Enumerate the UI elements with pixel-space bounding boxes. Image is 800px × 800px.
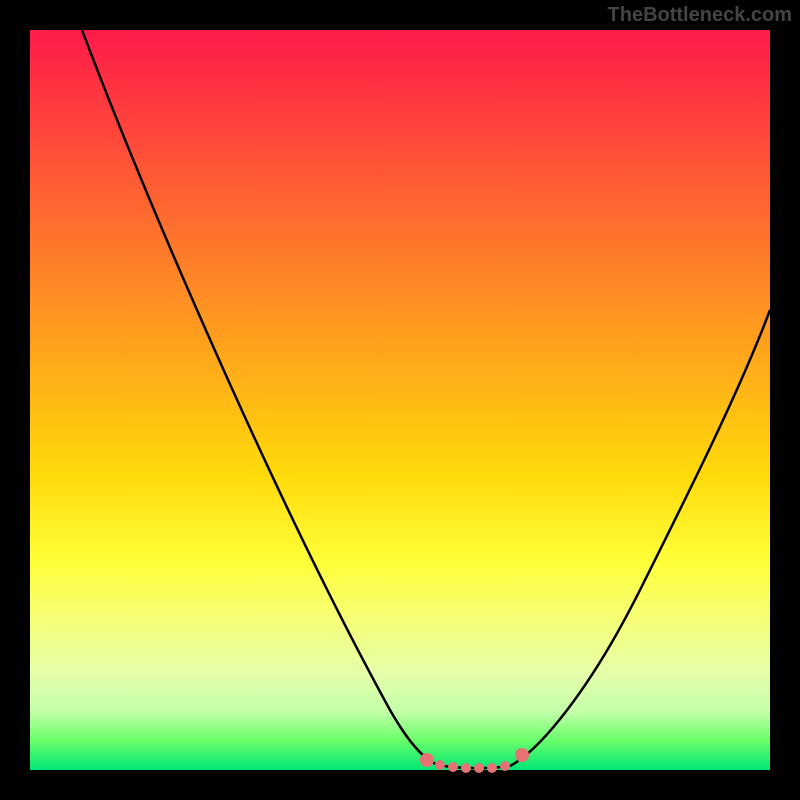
- bottleneck-dot: [500, 761, 510, 771]
- bottleneck-dot: [461, 763, 471, 773]
- bottleneck-dots-container: [30, 30, 770, 770]
- bottleneck-dot: [448, 762, 458, 772]
- bottleneck-dot: [420, 753, 434, 767]
- watermark-text: TheBottleneck.com: [608, 4, 792, 27]
- bottleneck-dot: [474, 763, 484, 773]
- bottleneck-dot: [487, 763, 497, 773]
- bottleneck-dot: [515, 748, 529, 762]
- bottleneck-dot: [435, 760, 445, 770]
